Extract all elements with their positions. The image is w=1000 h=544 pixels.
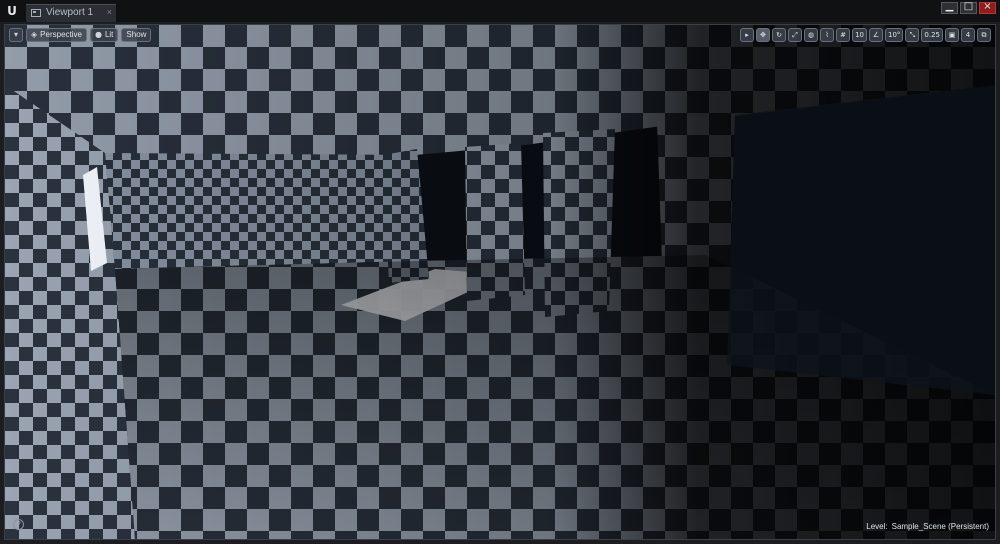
close-button[interactable]: × [979, 1, 996, 14]
tab-close-icon[interactable]: × [107, 7, 112, 17]
world-local-icon[interactable]: ◍ [804, 28, 819, 42]
help-icon[interactable]: ? [13, 519, 24, 530]
show-button[interactable]: Show [121, 28, 152, 42]
realtime-icon[interactable]: ▸ [740, 28, 755, 42]
maximize-viewport-icon[interactable]: ⧉ [977, 28, 991, 42]
grid-snap-icon[interactable]: # [836, 28, 851, 42]
editor-window: U Viewport 1 × ▁ □ × ▾ ◈ Perspective ● Lit… [0, 0, 1000, 544]
viewport-toolbar-right: ▸ ✥ ↻ ⤢ ◍ ⌇ # 10 ∠ 10° ⤡ 0.25 ▣ 4 ⧉ [740, 28, 991, 42]
minimize-button[interactable]: ▁ [941, 1, 958, 14]
sphere-icon: ● [94, 30, 102, 39]
title-bar: U Viewport 1 × ▁ □ × [0, 0, 1000, 22]
viewport-toolbar-left: ▾ ◈ Perspective ● Lit Show [9, 28, 152, 42]
viewport-icon [31, 9, 41, 17]
lit-mode-button[interactable]: ● Lit [89, 28, 119, 42]
scale-snap-value[interactable]: 0.25 [921, 28, 943, 42]
scale-icon[interactable]: ⤢ [788, 28, 803, 42]
viewport-options-button[interactable]: ▾ [9, 28, 24, 42]
surface-snap-icon[interactable]: ⌇ [820, 28, 835, 42]
level-label: Level: [866, 522, 888, 531]
maximize-button[interactable]: □ [960, 1, 977, 14]
dropdown-icon: ▾ [14, 30, 19, 39]
window-controls: ▁ □ × [941, 1, 996, 14]
grid-snap-value[interactable]: 10 [852, 28, 867, 42]
camera-icon: ◈ [31, 30, 38, 39]
perspective-button[interactable]: ◈ Perspective [26, 28, 87, 42]
unreal-logo-icon: U [7, 4, 17, 18]
scene-render[interactable] [5, 25, 995, 539]
level-name: Sample_Scene (Persistent) [891, 522, 989, 531]
rotation-snap-icon[interactable]: ∠ [868, 28, 883, 42]
right-wall [727, 85, 995, 395]
translate-icon[interactable]: ✥ [756, 28, 771, 42]
3d-viewport[interactable]: ▾ ◈ Perspective ● Lit Show ▸ ✥ ↻ ⤢ ◍ ⌇ # 1… [4, 24, 996, 540]
rotation-snap-value[interactable]: 10° [884, 28, 904, 42]
tab-viewport-1[interactable]: Viewport 1 × [26, 4, 116, 22]
camera-speed-value[interactable]: 4 [961, 28, 975, 42]
rotate-icon[interactable]: ↻ [772, 28, 787, 42]
scale-snap-icon[interactable]: ⤡ [905, 28, 920, 42]
level-info: Level: Sample_Scene (Persistent) [866, 522, 989, 531]
camera-speed-icon[interactable]: ▣ [945, 28, 959, 42]
tab-label: Viewport 1 [46, 7, 94, 18]
